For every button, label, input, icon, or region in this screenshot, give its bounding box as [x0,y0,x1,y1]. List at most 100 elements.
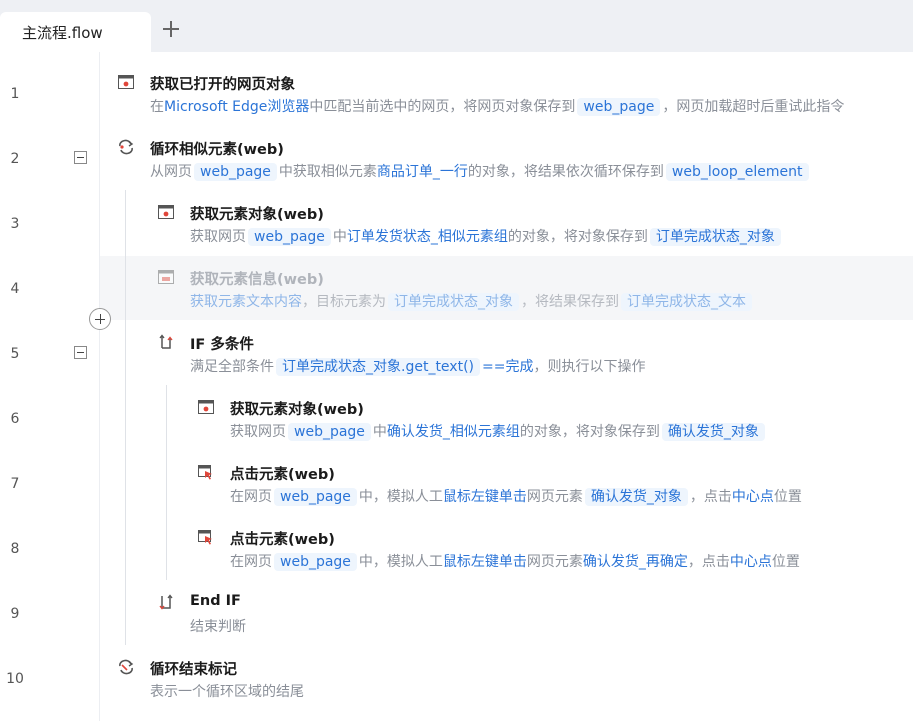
variable-chip: 订单完成状态_对象.get_text() [276,358,480,376]
desc-text: 中 [372,424,387,440]
line-number: 7 [10,476,20,492]
line-number: 4 [10,281,20,297]
loop-icon [118,139,134,155]
param-keyword: 鼠标左键单击 [442,554,527,570]
desc-text: 在网页 [230,554,272,570]
plus-icon[interactable] [160,18,182,40]
line-number: 2 [10,151,20,167]
desc-text: 从网页 [150,164,192,180]
desc-text: 表示一个循环区域的结尾 [150,684,304,700]
desc-text: 位置 [771,554,800,570]
line-number: 5 [10,346,20,362]
variable-chip: web_page [274,488,357,506]
desc-text: 在网页 [230,489,272,505]
variable-chip: 订单完成状态_文本 [621,293,752,311]
step-description: 满足全部条件 订单完成状态_对象.get_text() ==完成，则执行以下操作 [190,356,645,378]
variable-chip: 订单完成状态_对象 [649,228,781,246]
step-title: 获取已打开的网页对象 [150,77,295,93]
step-title: 获取元素对象(web) [190,207,324,223]
desc-text: ，将结果保存到 [521,294,619,310]
desc-text: 网页元素 [526,554,583,570]
tab-bar: 主流程.flow [0,0,913,52]
step-description: 从网页 web_page 中获取相似元素商品订单_一行的对象，将结果依次循环保存到 w… [150,161,811,183]
step-description: 获取元素文本内容，目标元素为 订单完成状态_对象 ，将结果保存到 订单完成状态_文本 [190,291,754,313]
line-number: 8 [10,541,20,557]
desc-text: ，网页加载超时后重试此指令 [662,99,845,115]
desc-text: ，点击 [689,489,732,505]
step-title: 点击元素(web) [230,467,335,483]
param-keyword: 中心点 [729,554,772,570]
desc-text: 中，模拟人工 [358,554,443,570]
browser-window-icon [118,74,134,90]
desc-text: ，点击 [687,554,730,570]
desc-text: 获取网页 [190,229,246,245]
param-keyword: Microsoft Edge浏览器 [164,99,310,115]
desc-text: 的对象，将对象保存到 [519,424,660,440]
desc-text: 的对象，将结果依次循环保存到 [467,164,664,180]
collapse-if-toggle[interactable] [74,346,87,359]
tab-label: 主流程.flow [22,24,103,42]
step-description: 获取网页 web_page 中确认发货_相似元素组的对象，将对象保存到 确认发货_对象 [230,421,767,443]
browser-window-icon [158,204,174,220]
click-icon [198,529,214,545]
step-description: 结束判断 [190,616,246,638]
param-keyword: ==完成 [482,359,534,375]
step-title: 获取元素信息(web) [190,272,324,288]
click-icon [198,464,214,480]
line-number: 3 [10,216,20,232]
param-keyword: 订单发货状态_相似元素组 [346,229,508,245]
loop-guide-line [125,190,126,645]
variable-chip: 确认发货_对象 [584,488,688,506]
tab-main-flow[interactable]: 主流程.flow [0,12,151,52]
if-branch-icon [158,334,174,350]
step-title: 循环相似元素(web) [150,142,284,158]
variable-chip: web_page [577,98,661,116]
step-title: End IF [190,593,241,609]
variable-chip: web_page [274,553,357,571]
variable-chip: web_page [194,163,277,181]
desc-text: 中 [332,229,347,245]
step-description: 在网页 web_page 中，模拟人工鼠标左键单击网页元素确认发货_再确定，点击中心… [230,551,800,573]
step-title: 循环结束标记 [150,662,237,678]
add-step-icon[interactable] [89,308,111,330]
line-number: 6 [10,411,20,427]
variable-chip: web_loop_element [665,163,809,181]
step-description: 表示一个循环区域的结尾 [150,681,304,703]
param-keyword: 确认发货_再确定 [582,554,688,570]
desc-text: 满足全部条件 [190,359,274,375]
browser-window-icon [198,399,214,415]
collapse-loop-toggle[interactable] [74,151,87,164]
desc-text: 网页元素 [526,489,583,505]
desc-text: 中获取相似元素 [278,164,377,180]
param-keyword: 商品订单_一行 [376,164,468,180]
element-info-icon [158,269,174,285]
desc-text: 获取网页 [230,424,286,440]
desc-text: 中匹配当前选中的网页，将网页对象保存到 [309,99,576,115]
step-description: 在网页 web_page 中，模拟人工鼠标左键单击网页元素 确认发货_对象 ，点击中心点… [230,486,802,508]
step-description: 获取网页 web_page 中订单发货状态_相似元素组的对象，将对象保存到 订单完成状… [190,226,783,248]
variable-chip: 确认发货_对象 [661,423,765,441]
desc-text: ，则执行以下操作 [533,359,646,375]
variable-chip: web_page [288,423,371,441]
desc-text: 在 [150,99,164,115]
desc-text: 的对象，将对象保存到 [507,229,648,245]
step-title: 点击元素(web) [230,532,335,548]
end-if-icon [158,594,174,610]
desc-text: 中，模拟人工 [358,489,443,505]
desc-text: ，目标元素为 [302,294,386,310]
variable-chip: 订单完成状态_对象 [388,293,519,311]
param-keyword: 获取元素文本内容 [190,294,302,310]
desc-text: 位置 [773,489,802,505]
line-number: 1 [10,86,20,102]
step-title: 获取元素对象(web) [230,402,364,418]
desc-text: 结束判断 [190,619,246,635]
param-keyword: 鼠标左键单击 [442,489,527,505]
loop-end-icon [118,659,134,675]
line-number: 10 [6,671,24,687]
step-description: 在Microsoft Edge浏览器中匹配当前选中的网页，将网页对象保存到 web… [150,96,844,118]
param-keyword: 中心点 [731,489,774,505]
if-guide-line [166,385,167,580]
line-number: 9 [10,606,20,622]
variable-chip: web_page [248,228,331,246]
param-keyword: 确认发货_相似元素组 [386,424,520,440]
